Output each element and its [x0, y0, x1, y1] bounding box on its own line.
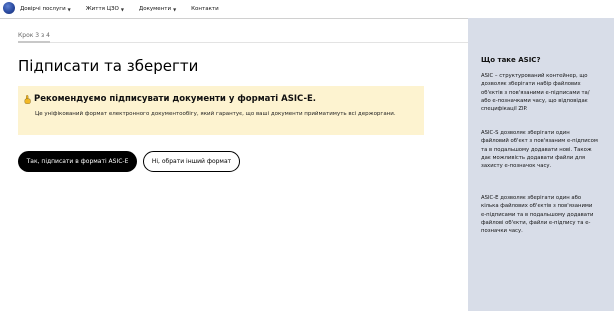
sidebar-paragraph: ASIC-E дозволяє зберігати один або кільк… — [481, 195, 594, 235]
recommendation-alert: Рекомендуємо підписувати документи у фор… — [18, 86, 424, 135]
nav-item-label: Життя ЦЗО — [85, 6, 119, 12]
pointing-hand-icon — [24, 94, 31, 104]
emblem-logo[interactable] — [3, 2, 15, 14]
step-progress-marker — [18, 41, 50, 43]
choose-other-format-button[interactable]: Ні, обрати інший формат — [143, 151, 240, 172]
chevron-down-icon: ▼ — [67, 6, 71, 12]
nav-item-trust-services[interactable]: Довірчі послуги ▼ — [20, 6, 71, 12]
top-navigation: Довірчі послуги ▼ Життя ЦЗО ▼ Документи … — [0, 0, 614, 19]
nav-item-czo-life[interactable]: Життя ЦЗО ▼ — [86, 6, 124, 12]
step-progress-track — [18, 42, 468, 43]
nav-menu: Довірчі послуги ▼ Життя ЦЗО ▼ Документи … — [20, 0, 234, 18]
sidebar-title: Що таке ASIC? — [481, 56, 541, 64]
nav-item-label: Довірчі послуги — [20, 6, 66, 12]
chevron-down-icon: ▼ — [173, 6, 177, 12]
nav-item-label: Документи — [138, 6, 172, 12]
nav-item-documents[interactable]: Документи ▼ — [139, 6, 176, 12]
page-title: Підписати та зберегти — [18, 57, 199, 75]
step-indicator: Крок 3 з 4 — [18, 32, 50, 39]
alert-text: Це уніфікований формат електронного доку… — [35, 111, 396, 117]
sidebar-paragraph: ASIC-S дозволяє зберігати один файловий … — [481, 130, 598, 170]
sidebar-paragraph: ASIC – структурований контейнер, що дозв… — [481, 73, 590, 113]
nav-item-contacts[interactable]: Контакти — [191, 6, 219, 12]
info-sidebar: Що таке ASIC? ASIC – структурований конт… — [468, 18, 614, 311]
sign-asic-e-button[interactable]: Так, підписати в форматі ASIC-E — [18, 151, 137, 172]
alert-title: Рекомендуємо підписувати документи у фор… — [34, 94, 317, 104]
chevron-down-icon: ▼ — [120, 6, 124, 12]
nav-item-label: Контакти — [191, 6, 219, 12]
